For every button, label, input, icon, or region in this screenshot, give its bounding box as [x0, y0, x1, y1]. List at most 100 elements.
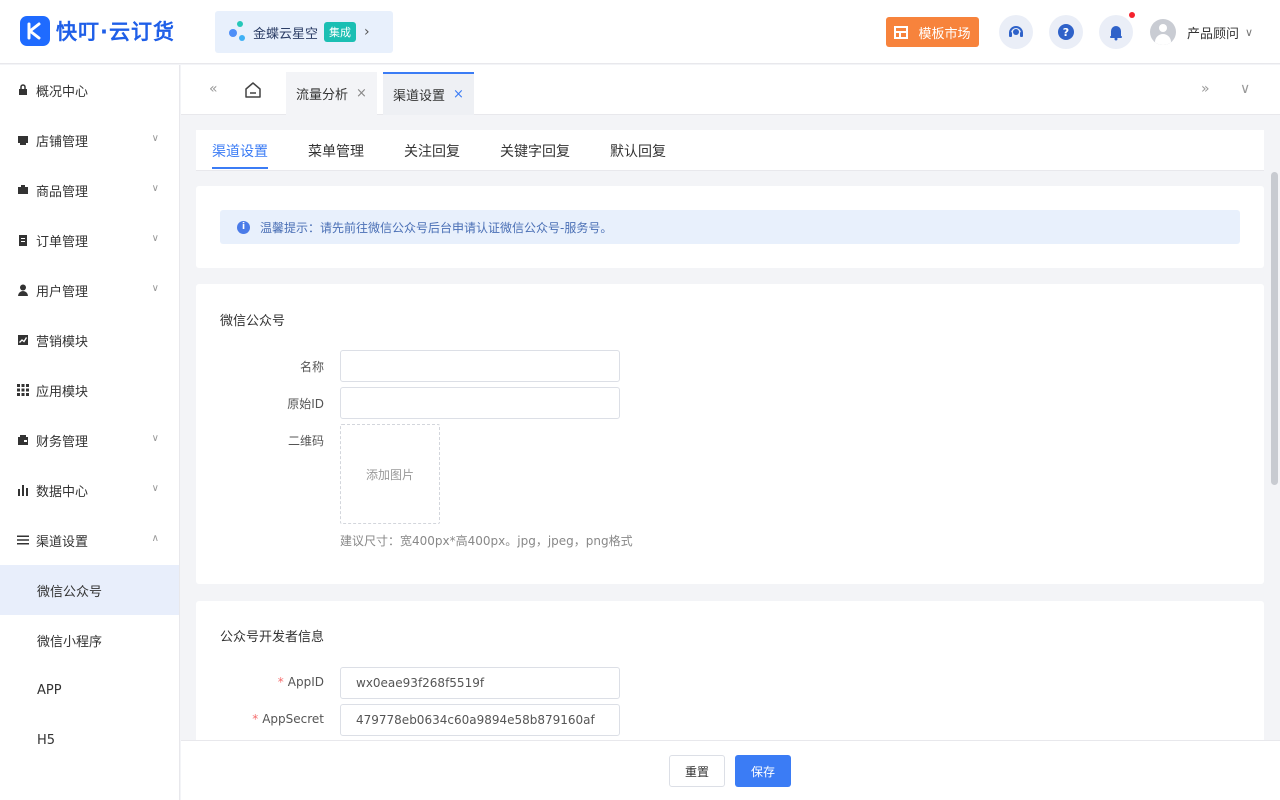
- logo-text: 快叮·云订货: [56, 20, 175, 44]
- bell-icon: [1110, 26, 1122, 41]
- notifications-button[interactable]: [1099, 12, 1135, 49]
- avatar: [1150, 19, 1176, 45]
- sidebar-subitem-app[interactable]: APP: [0, 665, 179, 715]
- sidebar-subitem-wechat-miniprogram[interactable]: 微信小程序: [0, 615, 179, 665]
- user-name: 产品顾问: [1187, 26, 1240, 42]
- wallet-icon: [17, 434, 29, 446]
- chevron-down-icon: ∨: [151, 283, 159, 294]
- clipboard-icon: [17, 234, 29, 246]
- user-menu[interactable]: 产品顾问 ∨: [1150, 19, 1253, 45]
- customer-service-button[interactable]: [999, 15, 1033, 49]
- section-title: 公众号开发者信息: [220, 630, 325, 645]
- lock-icon: [17, 84, 29, 96]
- qrcode-label: 二维码: [287, 434, 324, 448]
- close-icon[interactable]: ×: [453, 87, 464, 102]
- top-header: 快叮·云订货 金蝶云星空 集成 › 模板市场 ? 产品顾问 ∨: [0, 0, 1280, 64]
- kingdee-logo-icon: [229, 21, 249, 43]
- scroll-tabs-left-icon[interactable]: «: [209, 81, 218, 97]
- sidebar-item-label: 用户管理: [36, 284, 89, 300]
- tip-banner: i 温馨提示：请先前往微信公众号后台申请认证微信公众号-服务号。: [220, 210, 1240, 244]
- sidebar-item-marketing[interactable]: 营销模块: [0, 315, 179, 365]
- appid-label: * AppID: [277, 675, 324, 689]
- tab-channel-settings[interactable]: 渠道设置 ×: [383, 72, 474, 115]
- subtab-menu-management[interactable]: 菜单管理: [308, 141, 364, 161]
- bar-chart-icon: [17, 484, 29, 496]
- channel-subtabs: 渠道设置 菜单管理 关注回复 关键字回复 默认回复: [196, 130, 1264, 171]
- subtab-channel-settings[interactable]: 渠道设置: [212, 141, 268, 161]
- template-icon: [894, 25, 909, 39]
- sidebar-subitem-wechat-official[interactable]: 微信公众号: [0, 565, 179, 615]
- kingdee-label: 金蝶云星空: [253, 26, 319, 42]
- tab-traffic-analysis[interactable]: 流量分析 ×: [286, 72, 377, 115]
- sidebar-item-label: 财务管理: [36, 434, 89, 450]
- chevron-down-icon: ∨: [151, 433, 159, 444]
- main-content: 渠道设置 菜单管理 关注回复 关键字回复 默认回复 i 温馨提示：请先前往微信公…: [181, 115, 1280, 740]
- appsecret-label: * AppSecret: [252, 712, 324, 726]
- user-icon: [17, 284, 29, 296]
- required-mark: *: [277, 675, 284, 689]
- question-icon: ?: [1058, 24, 1074, 40]
- chevron-down-icon[interactable]: ∨: [1240, 81, 1250, 97]
- home-icon[interactable]: [244, 81, 262, 99]
- info-icon: i: [237, 220, 250, 234]
- notification-dot: [1129, 12, 1135, 18]
- chevron-up-icon: ∧: [151, 533, 159, 544]
- sidebar-item-data[interactable]: 数据中心 ∨: [0, 465, 179, 515]
- tip-card: i 温馨提示：请先前往微信公众号后台申请认证微信公众号-服务号。: [196, 186, 1264, 268]
- sidebar-item-label: 渠道设置: [36, 534, 89, 550]
- subtab-keyword-reply[interactable]: 关键字回复: [500, 141, 570, 161]
- origin-id-input[interactable]: [340, 387, 620, 419]
- name-label: 名称: [299, 360, 324, 374]
- sidebar-item-apps[interactable]: 应用模块: [0, 365, 179, 415]
- tab-label: 渠道设置: [393, 89, 446, 104]
- subtab-follow-reply[interactable]: 关注回复: [404, 141, 460, 161]
- page-tab-bar: « 流量分析 × 渠道设置 × » ∨: [181, 65, 1280, 115]
- sidebar-item-label: 概况中心: [36, 84, 89, 100]
- origin-id-label: 原始ID: [287, 397, 324, 411]
- chevron-down-icon: ∨: [151, 133, 159, 144]
- chart-line-icon: [17, 334, 29, 346]
- headset-icon: [1009, 26, 1023, 37]
- subtab-default-reply[interactable]: 默认回复: [610, 141, 666, 161]
- upload-hint: 建议尺寸：宽400px*高400px。jpg，jpeg，png格式: [340, 534, 633, 548]
- name-input[interactable]: [340, 350, 620, 382]
- sidebar-item-overview[interactable]: 概况中心: [0, 65, 179, 115]
- chevron-down-icon: ∨: [151, 483, 159, 494]
- sidebar-item-orders[interactable]: 订单管理 ∨: [0, 215, 179, 265]
- help-button[interactable]: ?: [1049, 15, 1083, 49]
- upload-text: 添加图片: [365, 467, 414, 482]
- wechat-account-card: 微信公众号 名称 原始ID 二维码 添加图片 建议尺寸：宽400px*高400p…: [196, 284, 1264, 584]
- sidebar-item-label: 应用模块: [36, 384, 89, 400]
- store-icon: [17, 134, 29, 146]
- developer-info-card: 公众号开发者信息 * AppID wx0eae93f268f5519f * AppS…: [196, 601, 1264, 740]
- sidebar-item-store[interactable]: 店铺管理 ∨: [0, 115, 179, 165]
- sidebar-item-finance[interactable]: 财务管理 ∨: [0, 415, 179, 465]
- sidebar-item-users[interactable]: 用户管理 ∨: [0, 265, 179, 315]
- save-button[interactable]: 保存: [735, 755, 791, 787]
- appsecret-input[interactable]: 479778eb0634c60a9894e58b879160af: [340, 704, 620, 736]
- form-footer: 重置 保存: [181, 740, 1280, 800]
- kingdee-integration[interactable]: 金蝶云星空 集成 ›: [215, 11, 393, 53]
- chevron-down-icon: ∨: [151, 183, 159, 194]
- sidebar-subitem-h5[interactable]: H5: [0, 715, 179, 765]
- scroll-tabs-right-icon[interactable]: »: [1201, 81, 1210, 97]
- sidebar: 概况中心 店铺管理 ∨ 商品管理 ∨ 订单管理 ∨ 用户管理 ∨ 营销模块 应用…: [0, 65, 180, 800]
- tab-label: 流量分析: [296, 88, 349, 103]
- reset-button[interactable]: 重置: [669, 755, 725, 787]
- qrcode-upload[interactable]: 添加图片: [340, 424, 440, 524]
- sidebar-item-label: 商品管理: [36, 184, 89, 200]
- tip-text: 温馨提示：请先前往微信公众号后台申请认证微信公众号-服务号。: [260, 220, 613, 235]
- grid-icon: [17, 384, 29, 396]
- required-mark: *: [252, 712, 259, 726]
- close-icon[interactable]: ×: [356, 86, 367, 101]
- sidebar-item-label: 订单管理: [36, 234, 89, 250]
- sidebar-item-goods[interactable]: 商品管理 ∨: [0, 165, 179, 215]
- appid-input[interactable]: wx0eae93f268f5519f: [340, 667, 620, 699]
- sidebar-item-channel[interactable]: 渠道设置 ∧: [0, 515, 179, 565]
- active-tab-indicator: [212, 167, 268, 169]
- integration-badge: 集成: [324, 22, 357, 42]
- template-market-label: 模板市场: [918, 26, 971, 42]
- template-market-button[interactable]: 模板市场: [886, 17, 979, 47]
- scrollbar-thumb[interactable]: [1271, 172, 1278, 485]
- app-logo[interactable]: 快叮·云订货: [20, 16, 175, 46]
